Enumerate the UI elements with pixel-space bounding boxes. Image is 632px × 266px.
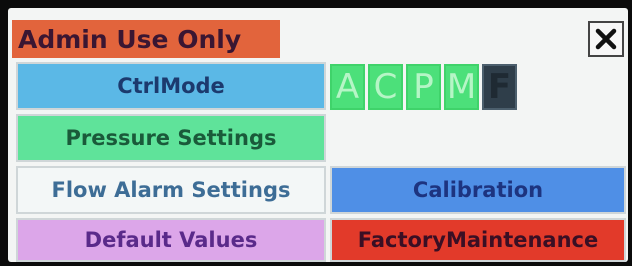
mode-f-button[interactable]: F (482, 64, 517, 110)
ctrl-mode-button[interactable]: CtrlMode (16, 62, 326, 110)
mode-m-button[interactable]: M (444, 64, 479, 110)
close-icon (595, 28, 617, 50)
flow-alarm-settings-button[interactable]: Flow Alarm Settings (16, 166, 326, 214)
factory-maintenance-button[interactable]: FactoryMaintenance (330, 218, 626, 262)
title-bar: Admin Use Only (12, 20, 280, 58)
close-button[interactable] (588, 21, 624, 57)
pressure-settings-button[interactable]: Pressure Settings (16, 114, 326, 162)
dialog-title: Admin Use Only (18, 24, 242, 54)
mode-selector: A C P M F (330, 64, 517, 110)
screen: Admin Use Only CtrlMode A C P M F Pressu… (0, 0, 632, 266)
default-values-button[interactable]: Default Values (16, 218, 326, 262)
mode-p-button[interactable]: P (406, 64, 441, 110)
mode-c-button[interactable]: C (368, 64, 403, 110)
mode-a-button[interactable]: A (330, 64, 365, 110)
calibration-button[interactable]: Calibration (330, 166, 626, 214)
